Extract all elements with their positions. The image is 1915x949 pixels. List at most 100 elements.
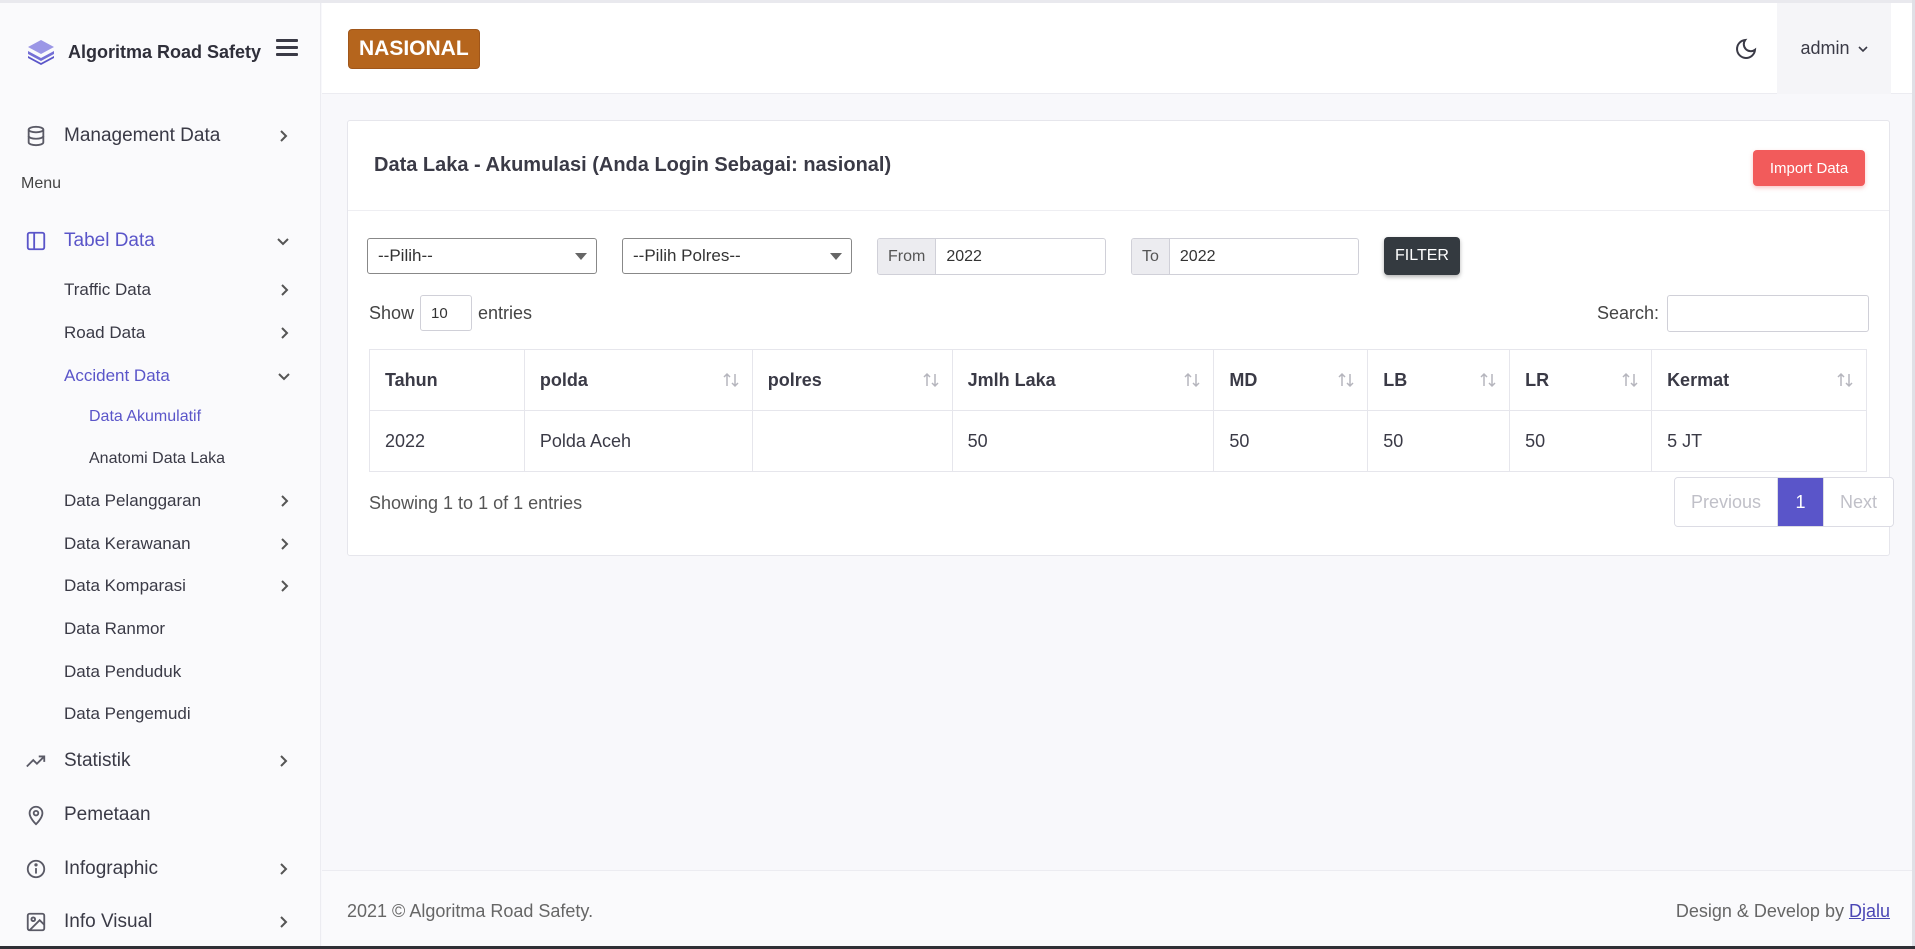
pagination-previous[interactable]: Previous — [1675, 478, 1778, 526]
column-header-lb[interactable]: LB — [1367, 349, 1511, 411]
user-menu[interactable]: admin — [1777, 3, 1891, 94]
pagination-next[interactable]: Next — [1823, 478, 1893, 526]
moon-icon[interactable] — [1734, 37, 1758, 61]
sidebar-subitem-traffic-data[interactable]: Traffic Data — [0, 273, 320, 307]
section-label-menu: Menu — [21, 175, 62, 192]
column-header-tahun[interactable]: Tahun — [369, 349, 525, 411]
trending-up-icon — [26, 755, 46, 768]
sidebar-subitem-data-kerawanan[interactable]: Data Kerawanan — [0, 527, 320, 561]
table-cell: 2022 — [369, 410, 525, 472]
table-row: 2022 Polda Aceh 50 50 50 50 5 JT — [369, 410, 1867, 472]
card-header: Data Laka - Akumulasi (Anda Login Sebaga… — [348, 121, 1889, 211]
column-header-polda[interactable]: polda — [523, 349, 753, 411]
sort-icon — [1480, 372, 1496, 388]
brand[interactable]: Algoritma Road Safety — [26, 37, 261, 67]
sidebar-subitem-data-pelanggaran[interactable]: Data Pelanggaran — [0, 484, 320, 518]
from-year-group: From — [877, 238, 1106, 275]
column-header-md[interactable]: MD — [1213, 349, 1369, 411]
sidebar-item-info-visual[interactable]: Info Visual — [0, 902, 320, 942]
entries-length-input[interactable] — [420, 295, 473, 331]
sidebar-subitem-label: Data Kerawanan — [64, 534, 191, 553]
column-header-polres[interactable]: polres — [751, 349, 953, 411]
sidebar-subitem-accident-data[interactable]: Accident Data — [0, 359, 320, 393]
table-cell: 50 — [1509, 410, 1653, 472]
menu-toggle-icon[interactable] — [276, 39, 298, 61]
sidebar-item-statistik[interactable]: Statistik — [0, 741, 320, 781]
sidebar-subitem-anatomi-data-laka[interactable]: Anatomi Data Laka — [0, 442, 320, 476]
sidebar-item-infographic[interactable]: Infographic — [0, 849, 320, 889]
chevron-down-icon — [278, 373, 290, 381]
sidebar-item-label: Info Visual — [64, 911, 153, 932]
database-icon — [27, 125, 45, 147]
to-year-group: To — [1131, 238, 1359, 275]
polres-select-value: --Pilih Polres-- — [633, 246, 741, 265]
from-year-input[interactable] — [936, 239, 1097, 274]
footer-credit: Design & Develop by Djalu — [1676, 901, 1890, 922]
sidebar-item-pemetaan[interactable]: Pemetaan — [0, 795, 320, 835]
footer: 2021 © Algoritma Road Safety. Design & D… — [322, 870, 1912, 946]
footer-copyright: 2021 © Algoritma Road Safety. — [347, 901, 594, 921]
table-cell: 50 — [1367, 410, 1511, 472]
sidebar-subitem-label: Data Penduduk — [64, 662, 182, 681]
column-header-kermat[interactable]: Kermat — [1651, 349, 1867, 411]
sidebar-subitem-label: Data Komparasi — [64, 576, 186, 595]
column-header-label: LR — [1525, 369, 1550, 390]
chevron-down-icon — [1857, 45, 1868, 52]
sidebar-subitem-data-pengemudi[interactable]: Data Pengemudi — [0, 697, 320, 731]
table-header-row: Tahun polda polres Jmlh Laka MD LB LR Ke… — [369, 349, 1867, 411]
caret-down-icon — [830, 253, 842, 260]
filter-button[interactable]: FILTER — [1384, 237, 1460, 275]
search-label: Search: — [1597, 303, 1660, 323]
footer-credit-link[interactable]: Djalu — [1849, 901, 1890, 921]
sidebar-subitem-data-ranmor[interactable]: Data Ranmor — [0, 612, 320, 646]
sidebar-subitem-label: Data Pengemudi — [64, 704, 191, 723]
user-name: admin — [1800, 38, 1850, 58]
sort-icon — [1622, 372, 1638, 388]
sidebar-item-label: Tabel Data — [64, 230, 155, 251]
sidebar-subitem-label: Data Ranmor — [64, 619, 166, 638]
sidebar-subitem-label: Data Akumulatif — [89, 408, 202, 425]
chevron-right-icon — [281, 327, 289, 339]
card-title: Data Laka - Akumulasi (Anda Login Sebaga… — [374, 154, 892, 176]
layers-logo-icon — [28, 40, 54, 65]
show-label: Show — [369, 302, 415, 323]
sidebar-item-management-data[interactable]: Management Data — [0, 116, 320, 156]
column-header-lr[interactable]: LR — [1509, 349, 1653, 411]
chevron-right-icon — [281, 580, 289, 592]
table-cell: 5 JT — [1651, 410, 1867, 472]
search-input[interactable] — [1667, 295, 1870, 332]
pagination-page-current[interactable]: 1 — [1778, 478, 1823, 526]
polda-select[interactable]: --Pilih-- — [367, 238, 597, 274]
chevron-down-icon — [277, 238, 289, 246]
column-header-label: polres — [767, 369, 822, 390]
sidebar-subitem-data-akumulatif[interactable]: Data Akumulatif — [0, 400, 320, 434]
column-header-label: Kermat — [1667, 369, 1730, 390]
from-label: From — [878, 239, 937, 274]
brand-name: Algoritma Road Safety — [68, 41, 262, 62]
sidebar-subitem-data-komparasi[interactable]: Data Komparasi — [0, 569, 320, 603]
sidebar-item-label: Pemetaan — [64, 804, 151, 825]
column-header-label: Jmlh Laka — [967, 369, 1056, 390]
chevron-right-icon — [281, 538, 289, 550]
to-year-input[interactable] — [1169, 239, 1355, 274]
entries-length-control: Show entries — [369, 295, 532, 331]
sidebar-subitem-label: Traffic Data — [64, 280, 151, 299]
pagination: Previous 1 Next — [1674, 477, 1894, 527]
polda-select-value: --Pilih-- — [378, 246, 433, 265]
column-header-jmlh-laka[interactable]: Jmlh Laka — [951, 349, 1215, 411]
sidebar-subitem-label: Data Pelanggaran — [64, 491, 202, 510]
sidebar: Algoritma Road Safety Management Data Me… — [0, 3, 321, 946]
sidebar-subitem-data-penduduk[interactable]: Data Penduduk — [0, 655, 320, 689]
import-data-button[interactable]: Import Data — [1753, 150, 1865, 186]
sidebar-item-tabel-data[interactable]: Tabel Data — [0, 221, 320, 261]
footer-credit-text: Design & Develop by — [1675, 901, 1844, 921]
map-pin-icon — [28, 805, 44, 826]
caret-down-icon — [575, 253, 587, 260]
sidebar-subitem-road-data[interactable]: Road Data — [0, 316, 320, 350]
data-table: Tahun polda polres Jmlh Laka MD LB LR Ke… — [369, 349, 1867, 472]
sort-icon — [1338, 372, 1354, 388]
column-header-label: MD — [1229, 369, 1258, 390]
table-cell — [751, 410, 953, 472]
sort-icon — [1837, 372, 1853, 388]
polres-select[interactable]: --Pilih Polres-- — [622, 238, 852, 274]
